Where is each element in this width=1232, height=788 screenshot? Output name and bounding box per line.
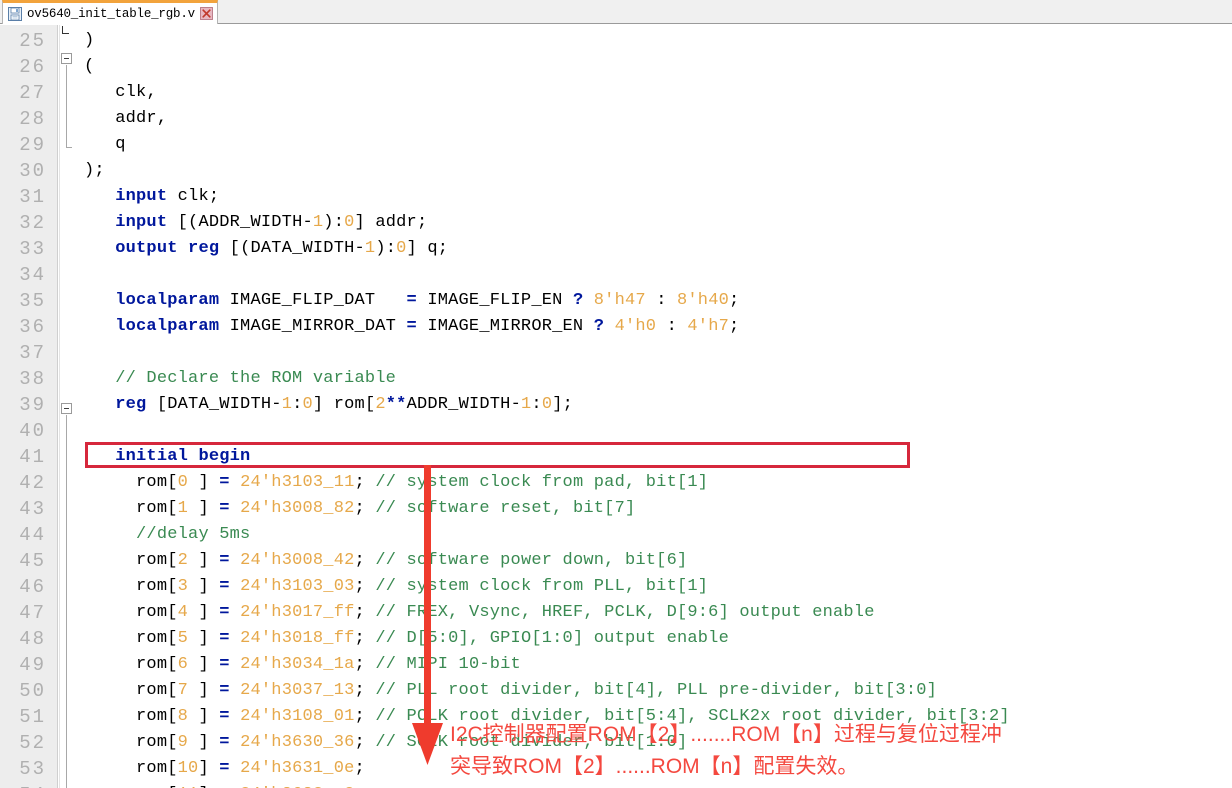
line-number: 40 [19, 420, 46, 442]
line-number: 47 [19, 602, 46, 624]
line-number: 53 [19, 758, 46, 780]
line-number: 44 [19, 524, 46, 546]
line-number: 39 [19, 394, 46, 416]
close-x-icon[interactable] [200, 7, 213, 20]
line-number: 49 [19, 654, 46, 676]
code-editor[interactable]: 25) 26 (27 clk, 28 addr, 29 q 30); 31 input cl… [0, 25, 1232, 788]
line-number: 28 [19, 108, 46, 130]
code-line[interactable]: ( [84, 54, 94, 80]
code-line[interactable]: localparam IMAGE_FLIP_DAT = IMAGE_FLIP_E… [84, 288, 739, 314]
code-line[interactable]: ) [84, 28, 94, 54]
line-number: 26 [19, 56, 46, 78]
code-lines-container[interactable]: 25) 26 (27 clk, 28 addr, 29 q 30); 31 input cl… [0, 25, 1232, 788]
fold-guide-end-30 [66, 147, 72, 148]
line-number: 42 [19, 472, 46, 494]
line-number: 50 [19, 680, 46, 702]
line-number: 45 [19, 550, 46, 572]
annotation-text-line-1: I2C控制器配置ROM【2】.......ROM【n】过程与复位过程冲 [450, 723, 1002, 746]
line-number: 30 [19, 160, 46, 182]
line-number: 33 [19, 238, 46, 260]
line-number: 25 [19, 30, 46, 52]
fold-toggle-line-41[interactable] [61, 403, 72, 414]
tab-ov5640-init-table-rgb[interactable]: ov5640_init_table_rgb.v [2, 0, 218, 24]
code-line[interactable]: initial begin [84, 444, 250, 470]
code-line[interactable]: rom[2 ] = 24'h3008_42; // software power… [84, 548, 687, 574]
line-number: 32 [19, 212, 46, 234]
code-line[interactable]: rom[11] = 24'h3632_e2; [84, 782, 365, 788]
code-line[interactable]: input clk; [84, 184, 219, 210]
fold-toggle-line-26[interactable] [61, 53, 72, 64]
line-number: 31 [19, 186, 46, 208]
code-line[interactable]: q [84, 132, 126, 158]
line-number: 38 [19, 368, 46, 390]
code-line[interactable]: rom[10] = 24'h3631_0e; [84, 756, 365, 782]
code-line[interactable]: rom[7 ] = 24'h3037_13; // PLL root divid… [84, 678, 937, 704]
line-number: 29 [19, 134, 46, 156]
line-number: 52 [19, 732, 46, 754]
code-line[interactable]: reg [DATA_WIDTH-1:0] rom[2**ADDR_WIDTH-1… [84, 392, 573, 418]
code-line[interactable]: ); [84, 158, 105, 184]
code-line[interactable]: rom[4 ] = 24'h3017_ff; // FREX, Vsync, H… [84, 600, 875, 626]
code-line[interactable]: clk, [84, 80, 157, 106]
code-line[interactable]: rom[5 ] = 24'h3018_ff; // D[5:0], GPIO[1… [84, 626, 729, 652]
line-number: 46 [19, 576, 46, 598]
annotation-text-line-2: 突导致ROM【2】......ROM【n】配置失效。 [450, 755, 859, 778]
line-number: 35 [19, 290, 46, 312]
line-number: 27 [19, 82, 46, 104]
line-number: 37 [19, 342, 46, 364]
code-line[interactable]: rom[0 ] = 24'h3103_11; // system clock f… [84, 470, 708, 496]
line-number: 43 [19, 498, 46, 520]
line-number: 34 [19, 264, 46, 286]
code-line[interactable]: localparam IMAGE_MIRROR_DAT = IMAGE_MIRR… [84, 314, 739, 340]
fold-guide-26-30 [66, 65, 67, 147]
line-number: 41 [19, 446, 46, 468]
fold-guide-41-end [66, 415, 67, 788]
line-number: 36 [19, 316, 46, 338]
code-line[interactable]: addr, [84, 106, 167, 132]
code-line[interactable]: input [(ADDR_WIDTH-1):0] addr; [84, 210, 427, 236]
save-disk-icon [8, 6, 22, 21]
code-line[interactable]: output reg [(DATA_WIDTH-1):0] q; [84, 236, 448, 262]
fold-end-stem-25 [62, 26, 63, 34]
line-number: 48 [19, 628, 46, 650]
code-line[interactable]: rom[3 ] = 24'h3103_03; // system clock f… [84, 574, 708, 600]
tab-strip: ov5640_init_table_rgb.v [0, 0, 1232, 24]
fold-end-cap-25 [62, 33, 69, 34]
code-line[interactable]: //delay 5ms [84, 522, 250, 548]
code-line[interactable]: // Declare the ROM variable [84, 366, 396, 392]
code-line[interactable]: rom[6 ] = 24'h3034_1a; // MIPI 10-bit [84, 652, 521, 678]
line-number: 51 [19, 706, 46, 728]
line-number: 54 [0, 782, 46, 788]
editor-window: ov5640_init_table_rgb.v 25) 26 (27 clk, 28 … [0, 0, 1232, 788]
code-line[interactable]: rom[1 ] = 24'h3008_82; // software reset… [84, 496, 635, 522]
tab-label: ov5640_init_table_rgb.v [27, 6, 195, 21]
